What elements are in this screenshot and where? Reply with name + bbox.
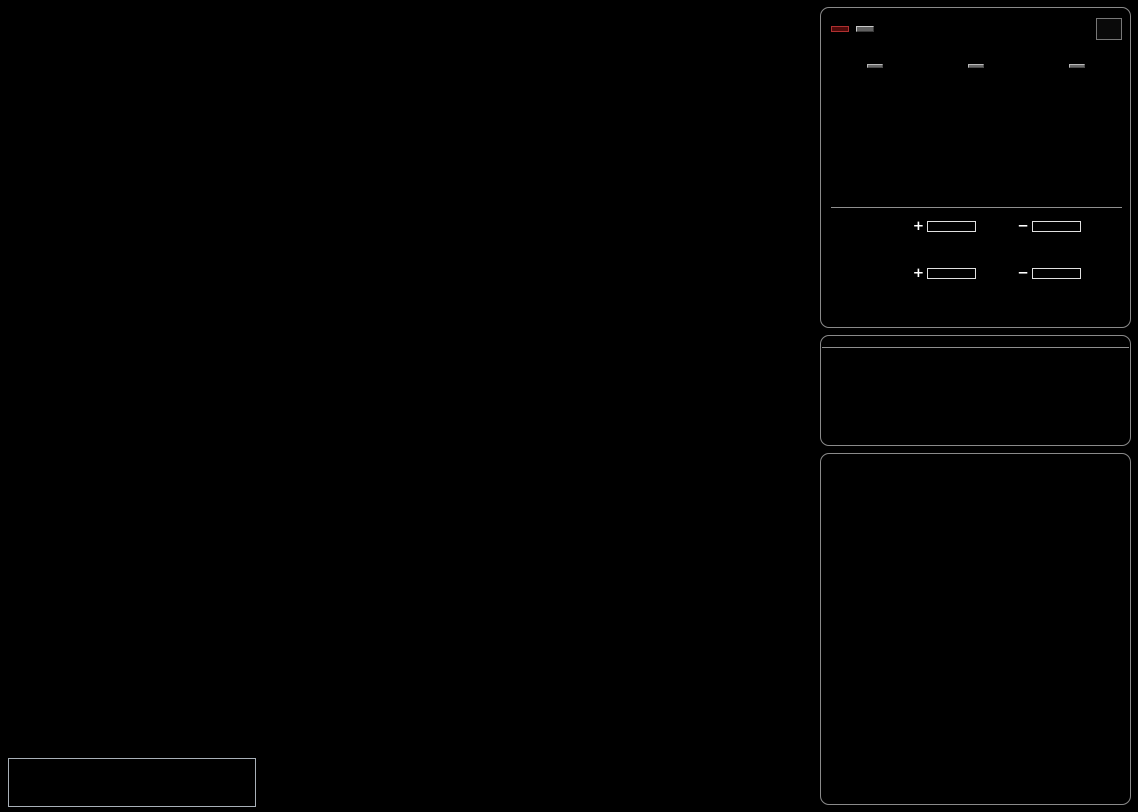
stats-panel: + − + − [820,7,1131,328]
minus-sign: − [1017,218,1029,234]
intracloud-row: + − [831,264,1122,282]
strikes-per-min-label [866,64,883,68]
distribution-title [831,204,1122,208]
cloud-ground-row: + − [831,217,1122,235]
trend-graph [823,532,1129,804]
cg-plus-count [933,237,1046,255]
lightning-distribution: + − + − [831,204,1122,311]
noise-mode-button[interactable] [856,26,874,32]
count-label [831,284,933,302]
bearing-readout [1096,18,1122,40]
plus-sign: + [912,218,925,234]
close-column [932,64,1019,88]
status-panel [820,335,1131,446]
strike-mode-button[interactable] [831,26,849,32]
cloud-ground-count-row [831,237,1122,255]
map-canvas [0,0,815,810]
lightning-map[interactable] [0,0,815,810]
noises-column [1033,64,1120,88]
ic-minus-bar [1031,267,1081,279]
strikes-column [831,64,918,88]
noises-per-min-label [1068,64,1085,68]
minus-sign: − [1017,265,1029,281]
ic-plus-count [933,284,1046,302]
app-window: { "header": { "strike_btn": "STRIKE", "n… [0,0,1138,812]
plus-sign: + [912,265,925,281]
intracloud-count-row [831,284,1122,302]
close-per-min-label [967,64,984,68]
ic-plus-bar [927,267,977,279]
cg-minus-bar [1031,220,1081,232]
cg-plus-bar [927,220,977,232]
map-legend [8,758,256,807]
datetime-display [822,336,1129,348]
trend-panel [820,453,1131,805]
copyright-bar [683,786,813,807]
count-label [831,237,933,255]
